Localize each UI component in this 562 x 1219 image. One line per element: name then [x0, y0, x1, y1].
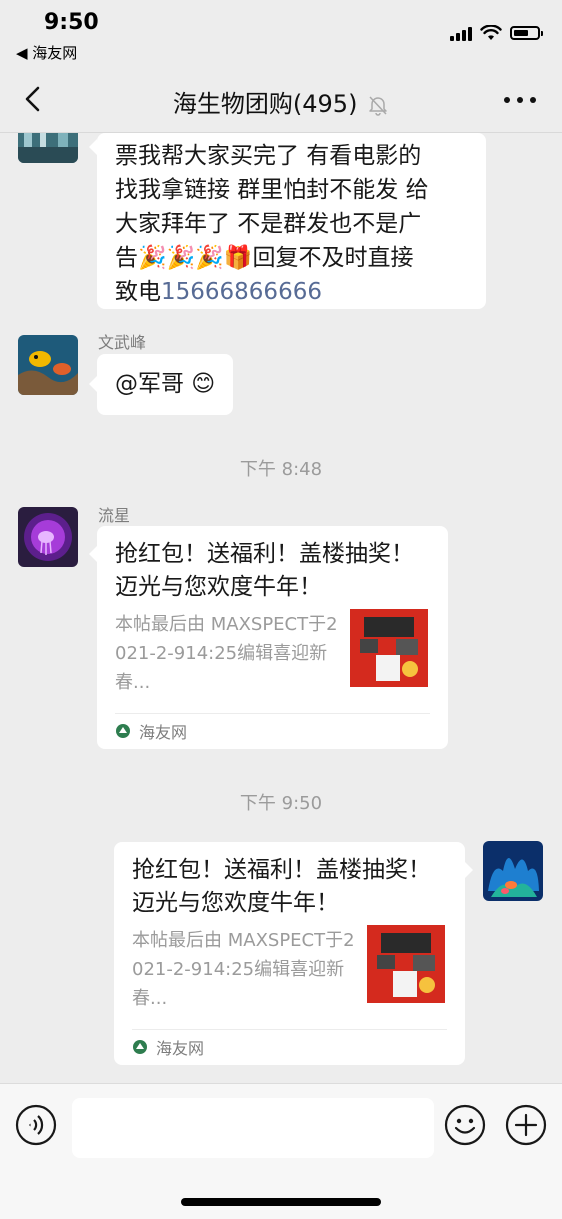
message-line: 票我帮大家买完了 有看电影的 [115, 143, 422, 169]
card-thumbnail [350, 609, 428, 687]
chat-title: 海生物团购(495) [0, 84, 562, 119]
message-bubble[interactable]: @军哥 😊 [89, 354, 234, 415]
group-name: 海生物团购(495) [172, 90, 358, 118]
battery-icon [510, 26, 543, 40]
message-line: 找我拿链接 群里怕封不能发 给 [115, 177, 429, 203]
message-line: 大家拜年了 不是群发也不是广 [115, 211, 422, 237]
cellular-signal-icon [450, 25, 472, 41]
card-description: 本帖最后由 MAXSPECT于2021-2-914:25编辑喜迎新春... [132, 930, 355, 1009]
card-divider [115, 713, 430, 714]
source-logo-icon [116, 724, 130, 738]
message-line: 致电15666866666 [115, 275, 468, 309]
message-line: 告🎉🎉🎉🎁回复不及时直接 [115, 245, 414, 271]
card-source: 海友网 [132, 1035, 204, 1059]
status-icons [450, 25, 543, 41]
source-name: 海友网 [139, 723, 188, 742]
chat-header: 海生物团购(495) [0, 70, 562, 133]
message-bubble[interactable]: 票我帮大家买完了 有看电影的 找我拿链接 群里怕封不能发 给 大家拜年了 不是群… [89, 133, 486, 309]
status-time: 9:50 [44, 10, 99, 35]
card-title: 抢红包！送福利！盖楼抽奖！迈光与您欢度牛年！ [132, 857, 431, 916]
timestamp: 下午 8:48 [239, 459, 323, 480]
message-text: @军哥 😊 [115, 371, 216, 397]
voice-input-icon[interactable] [15, 1104, 57, 1146]
mute-bell-icon [369, 96, 387, 116]
more-options-icon[interactable] [500, 90, 540, 110]
source-name: 海友网 [156, 1039, 205, 1058]
add-more-icon[interactable] [505, 1104, 547, 1146]
card-title: 抢红包！送福利！盖楼抽奖！迈光与您欢度牛年！ [115, 541, 414, 600]
card-description: 本帖最后由 MAXSPECT于2021-2-914:25编辑喜迎新春... [115, 614, 338, 693]
avatar[interactable] [18, 335, 78, 395]
avatar[interactable] [483, 841, 543, 901]
source-logo-icon [133, 1040, 147, 1054]
avatar[interactable] [18, 507, 78, 567]
message-input[interactable] [72, 1098, 434, 1158]
link-card[interactable]: 抢红包！送福利！盖楼抽奖！迈光与您欢度牛年！ 本帖最后由 MAXSPECT于20… [114, 842, 473, 1065]
status-bar: 9:50 ◀ 海友网 [0, 0, 562, 70]
message-text: 致电 [115, 279, 161, 305]
back-to-app-link[interactable]: ◀ 海友网 [16, 42, 77, 63]
chat-messages[interactable]: 票我帮大家买完了 有看电影的 找我拿链接 群里怕封不能发 给 大家拜年了 不是群… [0, 133, 562, 1083]
card-divider [132, 1029, 447, 1030]
phone-number-link[interactable]: 15666866666 [161, 279, 322, 305]
sender-name: 流星 [98, 506, 131, 525]
home-indicator[interactable] [181, 1198, 381, 1206]
emoji-icon[interactable] [444, 1104, 486, 1146]
wifi-icon [480, 25, 502, 40]
card-thumbnail [367, 925, 445, 1003]
avatar[interactable] [18, 133, 78, 163]
link-card[interactable]: 抢红包！送福利！盖楼抽奖！迈光与您欢度牛年！ 本帖最后由 MAXSPECT于20… [89, 526, 448, 749]
timestamp: 下午 9:50 [239, 793, 323, 814]
card-source: 海友网 [115, 719, 187, 743]
sender-name: 文武峰 [98, 333, 147, 352]
